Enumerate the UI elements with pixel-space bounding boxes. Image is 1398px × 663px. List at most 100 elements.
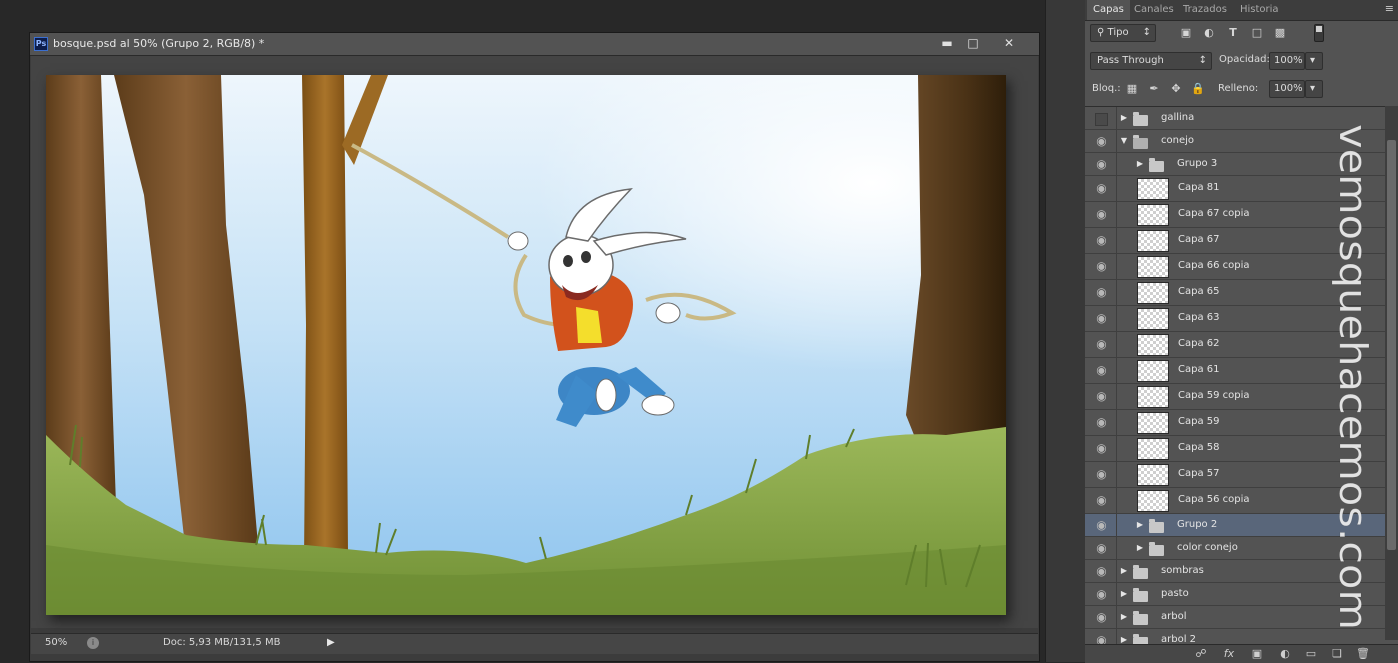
layer-name: Grupo 3 <box>1177 158 1218 169</box>
filter-text-icon[interactable]: T <box>1226 26 1240 40</box>
visibility-eye-icon[interactable]: ◉ <box>1095 442 1108 455</box>
row-divider <box>1116 514 1117 536</box>
expand-triangle-icon[interactable]: ▶ <box>1119 612 1129 621</box>
lock-transparency-icon[interactable]: ▦ <box>1125 82 1139 96</box>
filter-adjustment-icon[interactable]: ◐ <box>1202 26 1216 40</box>
filter-toggle-switch[interactable] <box>1314 24 1324 42</box>
zoom-level[interactable]: 50% <box>45 637 67 648</box>
lock-image-brush-icon[interactable]: ✒ <box>1147 82 1161 96</box>
expand-triangle-icon[interactable]: ▶ <box>1119 566 1129 575</box>
tab-trazados[interactable]: Trazados <box>1177 0 1233 20</box>
status-menu-arrow-icon[interactable]: ▶ <box>327 637 335 648</box>
link-layers-icon[interactable]: ☍ <box>1193 647 1209 661</box>
layer-thumbnail[interactable] <box>1137 386 1169 408</box>
filter-type-select[interactable]: ⚲ Tipo ↕ <box>1090 24 1156 42</box>
layer-thumbnail[interactable] <box>1137 360 1169 382</box>
row-divider <box>1116 410 1117 435</box>
visibility-eye-icon[interactable]: ◉ <box>1095 208 1108 221</box>
visibility-eye-icon[interactable]: ◉ <box>1095 390 1108 403</box>
row-divider <box>1116 254 1117 279</box>
visibility-eye-icon[interactable]: ◉ <box>1095 312 1108 325</box>
tab-historia[interactable]: Historia <box>1234 0 1285 20</box>
layer-thumbnail[interactable] <box>1137 308 1169 330</box>
layer-thumbnail[interactable] <box>1137 412 1169 434</box>
expand-triangle-icon[interactable]: ▶ <box>1135 159 1145 168</box>
expand-triangle-icon[interactable]: ▶ <box>1135 520 1145 529</box>
new-adjustment-icon[interactable]: ◐ <box>1277 647 1293 661</box>
layer-thumbnail[interactable] <box>1137 438 1169 460</box>
visibility-eye-icon[interactable]: ◉ <box>1095 542 1108 555</box>
filter-smartobject-icon[interactable]: ▩ <box>1273 26 1287 40</box>
row-divider <box>1116 384 1117 409</box>
visibility-eye-icon[interactable]: ◉ <box>1095 611 1108 624</box>
visibility-eye-icon[interactable]: ◉ <box>1095 234 1108 247</box>
panel-menu-icon[interactable]: ≡ <box>1385 2 1394 15</box>
canvas-area[interactable] <box>31 56 1038 628</box>
layer-thumbnail[interactable] <box>1137 230 1169 252</box>
tab-capas[interactable]: Capas <box>1087 0 1130 20</box>
document-titlebar[interactable]: Ps bosque.psd al 50% (Grupo 2, RGB/8) * … <box>30 33 1039 56</box>
tab-canales[interactable]: Canales <box>1128 0 1180 20</box>
visibility-eye-icon[interactable]: ◉ <box>1095 182 1108 195</box>
visibility-eye-icon[interactable]: ◉ <box>1095 338 1108 351</box>
lock-all-icon[interactable]: 🔒 <box>1191 82 1205 96</box>
visibility-eye-icon[interactable]: ◉ <box>1095 158 1108 171</box>
filter-pixel-icon[interactable]: ▣ <box>1179 26 1193 40</box>
row-divider <box>1116 306 1117 331</box>
layer-name: Grupo 2 <box>1177 519 1218 530</box>
visibility-eye-icon[interactable]: ◉ <box>1095 260 1108 273</box>
layers-scrollbar[interactable] <box>1385 106 1398 640</box>
layer-name: arbol <box>1161 611 1187 622</box>
layer-thumbnail[interactable] <box>1137 178 1169 200</box>
visibility-eye-icon[interactable]: ◉ <box>1095 135 1108 148</box>
opacity-input[interactable]: 100% <box>1269 52 1305 70</box>
folder-icon <box>1149 519 1164 533</box>
expand-triangle-icon[interactable]: ▶ <box>1119 589 1129 598</box>
expand-triangle-icon[interactable]: ▶ <box>1119 113 1129 122</box>
fill-input[interactable]: 100% <box>1269 80 1305 98</box>
opacity-dropdown-button[interactable]: ▾ <box>1305 52 1323 70</box>
filter-type-label: Tipo <box>1107 27 1129 38</box>
maximize-button[interactable]: □ <box>958 35 988 52</box>
scrollbar-thumb[interactable] <box>1387 140 1396 550</box>
layer-thumbnail[interactable] <box>1137 490 1169 512</box>
collapse-triangle-icon[interactable]: ▼ <box>1119 136 1129 145</box>
visibility-eye-icon[interactable]: ◉ <box>1095 519 1108 532</box>
row-divider <box>1116 332 1117 357</box>
visibility-eye-icon[interactable]: ◉ <box>1095 286 1108 299</box>
layer-thumbnail[interactable] <box>1137 204 1169 226</box>
opacity-label: Opacidad: <box>1219 54 1270 65</box>
row-divider <box>1116 130 1117 152</box>
visibility-eye-icon[interactable]: ◉ <box>1095 494 1108 507</box>
layer-name: Capa 57 <box>1178 468 1220 479</box>
visibility-eye-icon[interactable]: ◉ <box>1095 565 1108 578</box>
layer-style-fx-icon[interactable]: fx <box>1221 647 1237 661</box>
layer-thumbnail[interactable] <box>1137 282 1169 304</box>
visibility-eye-icon[interactable]: ◉ <box>1095 416 1108 429</box>
visibility-eye-icon[interactable]: ◉ <box>1095 588 1108 601</box>
expand-triangle-icon[interactable]: ▶ <box>1135 543 1145 552</box>
layer-thumbnail[interactable] <box>1137 334 1169 356</box>
new-group-folder-icon[interactable]: ▭ <box>1303 647 1319 661</box>
layer-thumbnail[interactable] <box>1137 464 1169 486</box>
status-info-icon[interactable]: i <box>87 637 99 649</box>
expand-triangle-icon[interactable]: ▶ <box>1119 635 1129 644</box>
close-button[interactable]: ✕ <box>994 35 1024 52</box>
row-divider <box>1116 107 1117 129</box>
visibility-off-box[interactable] <box>1095 113 1108 126</box>
delete-layer-trash-icon[interactable]: 🗑 <box>1355 647 1371 661</box>
filter-shape-icon[interactable]: □ <box>1250 26 1264 40</box>
fill-dropdown-button[interactable]: ▾ <box>1305 80 1323 98</box>
row-divider <box>1116 153 1117 175</box>
add-mask-icon[interactable]: ▣ <box>1249 647 1265 661</box>
lock-position-move-icon[interactable]: ✥ <box>1169 82 1183 96</box>
new-layer-icon[interactable]: ❏ <box>1329 647 1345 661</box>
document-info: Doc: 5,93 MB/131,5 MB <box>163 637 281 648</box>
visibility-eye-icon[interactable]: ◉ <box>1095 468 1108 481</box>
row-divider <box>1116 176 1117 201</box>
artwork-canvas[interactable] <box>46 75 1006 615</box>
visibility-eye-icon[interactable]: ◉ <box>1095 364 1108 377</box>
layers-bottom-toolbar: ☍ fx ▣ ◐ ▭ ❏ 🗑 <box>1085 644 1398 663</box>
blend-mode-select[interactable]: Pass Through ↕ <box>1090 52 1212 70</box>
layer-thumbnail[interactable] <box>1137 256 1169 278</box>
